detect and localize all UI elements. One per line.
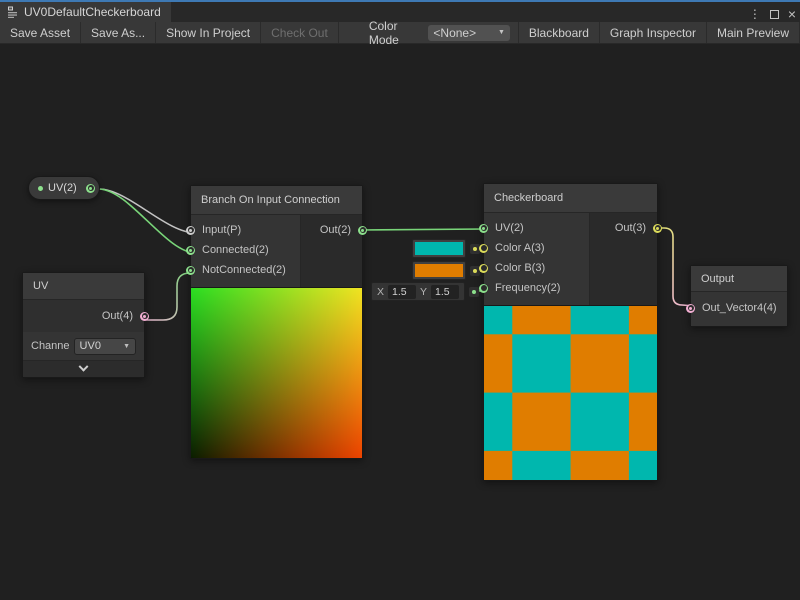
node-uv[interactable]: UV Out(4) Channe UV0 ▼ — [22, 272, 145, 378]
graph-toolbar: Save Asset Save As... Show In Project Ch… — [0, 22, 800, 44]
wire-checkerout-to-output — [652, 228, 695, 306]
port-label: NotConnected(2) — [202, 264, 286, 276]
frequency-stub — [469, 287, 479, 297]
toolbar-right-group: Blackboard Graph Inspector Main Preview — [518, 22, 800, 43]
node-branch-on-input-connection[interactable]: Branch On Input Connection Input(P) Conn… — [190, 185, 363, 459]
chevron-down-icon: ▼ — [123, 343, 130, 350]
checker-uv-port[interactable] — [479, 224, 488, 233]
port-label: Connected(2) — [202, 244, 269, 256]
color-b-port[interactable] — [479, 264, 488, 273]
frequency-x-field[interactable]: 1.5 — [388, 285, 416, 299]
port-label: Input(P) — [202, 224, 241, 236]
wire-uvpill-to-connected — [99, 189, 196, 253]
graph-inspector-button[interactable]: Graph Inspector — [600, 22, 707, 43]
port-label: Out(4) — [102, 310, 133, 322]
shader-graph-window: UV0DefaultCheckerboard ⋮ × Save Asset Sa… — [0, 0, 800, 600]
port-label: Color B(3) — [495, 262, 545, 274]
port-label: Out(3) — [615, 222, 646, 234]
port-label: Out(2) — [320, 224, 351, 236]
color-b-control — [412, 261, 480, 280]
tab-uv0defaultcheckerboard[interactable]: UV0DefaultCheckerboard — [0, 2, 171, 22]
channel-label: Channe — [31, 340, 70, 352]
graph-canvas[interactable]: UV(2) Branch On Input Connection Input(P… — [0, 44, 800, 600]
y-axis-label: Y — [420, 286, 427, 298]
port-label: Out_Vector4(4) — [702, 302, 777, 314]
blackboard-button[interactable]: Blackboard — [518, 22, 600, 43]
port-row: Frequency(2) — [484, 278, 589, 298]
node-output[interactable]: Output Out_Vector4(4) — [690, 265, 788, 327]
color-mode-dropdown[interactable]: <None> ▼ — [428, 25, 509, 41]
close-icon[interactable]: × — [788, 7, 796, 21]
branch-out-port[interactable] — [358, 226, 367, 235]
x-axis-label: X — [377, 286, 384, 298]
notconnected-port[interactable] — [186, 266, 195, 275]
color-a-swatch[interactable] — [412, 239, 466, 258]
pill-dot — [38, 186, 43, 191]
port-label: Color A(3) — [495, 242, 545, 254]
uv-gradient-preview — [191, 287, 362, 458]
frequency-control: X 1.5 Y 1.5 — [371, 282, 479, 301]
window-controls: ⋮ × — [749, 4, 796, 24]
shadergraph-icon — [7, 6, 19, 18]
connected-port[interactable] — [186, 246, 195, 255]
node-title[interactable]: Checkerboard — [484, 184, 657, 213]
checker-out-port[interactable] — [653, 224, 662, 233]
uv-out-port[interactable] — [140, 312, 149, 321]
color-mode-value: <None> — [433, 26, 476, 40]
checkerboard-preview — [484, 305, 657, 480]
node-checkerboard[interactable]: Checkerboard UV(2) Color A(3) Color B(3) — [483, 183, 658, 481]
port-row: Input(P) — [191, 220, 300, 240]
port-row: UV(2) — [484, 218, 589, 238]
port-row: Color A(3) — [484, 238, 589, 258]
kebab-menu-icon[interactable]: ⋮ — [749, 8, 761, 20]
color-mode-label: Color Mode — [339, 22, 429, 43]
check-out-button: Check Out — [261, 22, 339, 43]
port-row: Color B(3) — [484, 258, 589, 278]
expand-preview-toggle[interactable] — [23, 360, 144, 377]
frequency-y-field[interactable]: 1.5 — [431, 285, 459, 299]
port-row: Out(3) — [590, 218, 657, 238]
channel-value: UV0 — [80, 340, 101, 352]
wire-uvout-to-notconnected — [141, 273, 195, 320]
channel-dropdown[interactable]: UV0 ▼ — [74, 338, 136, 355]
wire-branchout-to-checkeruv — [358, 229, 487, 230]
port-row: NotConnected(2) — [191, 260, 300, 280]
port-label: Frequency(2) — [495, 282, 560, 294]
chevron-down-icon: ▼ — [498, 29, 505, 36]
pill-out-port[interactable] — [86, 184, 95, 193]
port-row: Connected(2) — [191, 240, 300, 260]
node-title[interactable]: Branch On Input Connection — [191, 186, 362, 215]
port-row: Out(4) — [23, 306, 144, 326]
frequency-port[interactable] — [479, 284, 488, 293]
show-in-project-button[interactable]: Show In Project — [156, 22, 261, 43]
port-row: Out_Vector4(4) — [691, 298, 783, 318]
color-a-port[interactable] — [479, 244, 488, 253]
wire-uvpill-to-input — [99, 189, 196, 233]
port-label: UV(2) — [495, 222, 524, 234]
chevron-down-icon — [79, 361, 89, 371]
save-asset-button[interactable]: Save Asset — [0, 22, 81, 43]
node-uv2-pill[interactable]: UV(2) — [28, 176, 100, 200]
node-title[interactable]: UV — [23, 273, 144, 300]
input-p-port[interactable] — [186, 226, 195, 235]
main-preview-button[interactable]: Main Preview — [707, 22, 800, 43]
save-as-button[interactable]: Save As... — [81, 22, 156, 43]
maximize-icon[interactable] — [770, 10, 779, 19]
color-a-control — [412, 239, 480, 258]
port-row: Out(2) — [301, 220, 362, 240]
pill-label: UV(2) — [48, 182, 77, 194]
tab-title: UV0DefaultCheckerboard — [24, 5, 161, 19]
color-b-swatch[interactable] — [412, 261, 466, 280]
node-title[interactable]: Output — [691, 266, 787, 292]
out-vector4-port[interactable] — [686, 304, 695, 313]
